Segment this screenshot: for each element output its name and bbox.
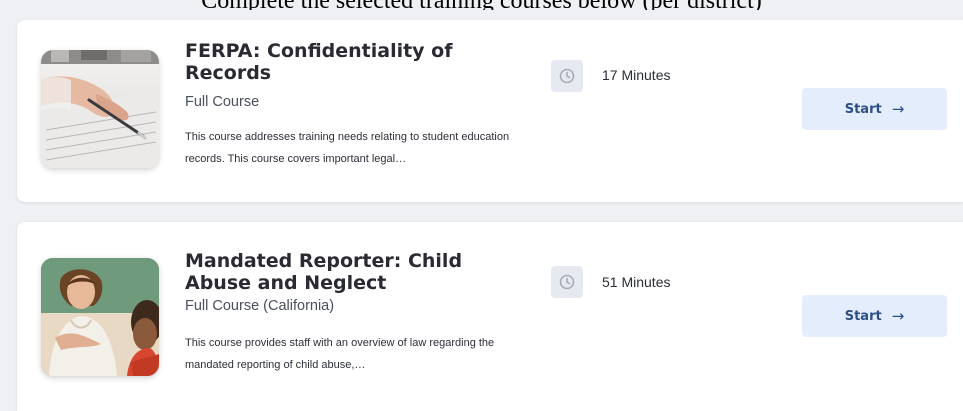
start-button[interactable]: Start →: [802, 88, 947, 130]
start-button[interactable]: Start →: [802, 295, 947, 337]
course-duration: 51 Minutes: [602, 274, 671, 290]
start-button-label: Start: [844, 308, 882, 324]
course-card-mandated-reporter: Mandated Reporter: Child Abuse and Negle…: [17, 222, 963, 411]
arrow-right-icon: →: [891, 100, 905, 118]
hand-writing-image: [41, 50, 159, 168]
course-thumbnail: [41, 50, 159, 168]
clock-icon: [551, 266, 583, 298]
clock-icon: [551, 60, 583, 92]
course-thumbnail: [41, 258, 159, 376]
arrow-right-icon: →: [891, 307, 905, 325]
course-card-ferpa: FERPA: Confidentiality of Records Full C…: [17, 20, 963, 202]
course-duration: 17 Minutes: [602, 67, 671, 83]
course-description: This course addresses training needs rel…: [185, 131, 510, 165]
course-type: Full Course: [185, 94, 260, 110]
course-title[interactable]: FERPA: Confidentiality of Records: [185, 40, 525, 84]
course-title[interactable]: Mandated Reporter: Child Abuse and Negle…: [185, 250, 525, 294]
course-description: This course provides staff with an overv…: [185, 337, 495, 371]
teacher-image: [41, 258, 159, 376]
course-type: Full Course (California): [185, 298, 335, 314]
page-instruction-text: Complete the selected training courses b…: [0, 0, 963, 10]
start-button-label: Start: [844, 101, 882, 117]
